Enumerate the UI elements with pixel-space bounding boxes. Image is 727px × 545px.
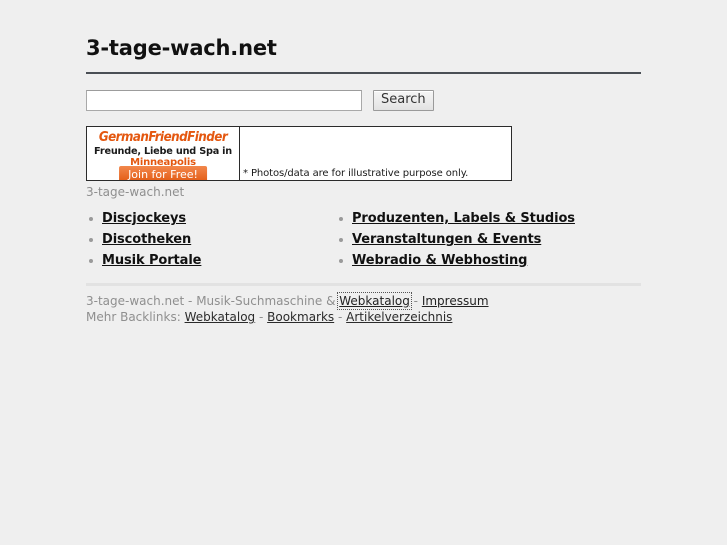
header-divider xyxy=(86,72,641,74)
category-link-musik-portale[interactable]: Musik Portale xyxy=(102,253,201,268)
ad-creative[interactable]: GermanFriendFinder Freunde, Liebe und Sp… xyxy=(87,127,240,180)
ad-tagline: Freunde, Liebe und Spa࿽ in xyxy=(89,146,236,157)
footer-line-1: 3-tage-wach.net - Musik-Suchmaschine & W… xyxy=(86,294,641,309)
category-link-veranstaltungen-events[interactable]: Veranstaltungen & Events xyxy=(352,232,541,247)
footer-link-webkatalog-backlink[interactable]: Webkatalog xyxy=(185,310,256,324)
footer-backlinks-label: Mehr Backlinks: xyxy=(86,310,185,324)
list-item: Musik Portale xyxy=(86,253,336,268)
category-list-right: Produzenten, Labels & Studios Veranstalt… xyxy=(336,211,636,268)
category-link-produzenten-labels-studios[interactable]: Produzenten, Labels & Studios xyxy=(352,211,575,226)
ad-logo: GermanFriendFinder xyxy=(93,130,233,145)
page-title: 3-tage-wach.net xyxy=(86,0,641,62)
page-container: 3-tage-wach.net Search GermanFriendFinde… xyxy=(86,0,641,325)
footer-divider xyxy=(86,283,641,286)
footer-separator: - xyxy=(334,310,346,324)
category-column-left: Discjockeys Discotheken Musik Portale xyxy=(86,211,336,274)
ad-banner[interactable]: GermanFriendFinder Freunde, Liebe und Sp… xyxy=(86,126,512,181)
ad-caption: 3-tage-wach.net xyxy=(86,185,641,199)
footer-link-artikelverzeichnis[interactable]: Artikelverzeichnis xyxy=(346,310,452,324)
list-item: Webradio & Webhosting xyxy=(336,253,636,268)
category-columns: Discjockeys Discotheken Musik Portale Pr… xyxy=(86,211,641,274)
list-item: Produzenten, Labels & Studios xyxy=(336,211,636,226)
search-form: Search xyxy=(86,90,641,111)
category-column-right: Produzenten, Labels & Studios Veranstalt… xyxy=(336,211,636,274)
search-button[interactable]: Search xyxy=(373,90,434,111)
ad-join-button[interactable]: Join for Free! xyxy=(119,166,207,180)
ad-photo-pane: * Photos/data are for illustrative purpo… xyxy=(240,127,511,180)
footer-link-impressum[interactable]: Impressum xyxy=(422,294,489,308)
category-link-discjockeys[interactable]: Discjockeys xyxy=(102,211,186,226)
footer-separator: - xyxy=(255,310,267,324)
ad-disclaimer: * Photos/data are for illustrative purpo… xyxy=(243,168,468,179)
list-item: Discjockeys xyxy=(86,211,336,226)
footer-link-bookmarks[interactable]: Bookmarks xyxy=(267,310,334,324)
advertisement: GermanFriendFinder Freunde, Liebe und Sp… xyxy=(86,126,641,199)
footer-link-webkatalog[interactable]: Webkatalog xyxy=(339,294,410,308)
footer-text: 3-tage-wach.net - Musik-Suchmaschine & xyxy=(86,294,339,308)
category-link-webradio-webhosting[interactable]: Webradio & Webhosting xyxy=(352,253,527,268)
footer: 3-tage-wach.net - Musik-Suchmaschine & W… xyxy=(86,294,641,325)
list-item: Discotheken xyxy=(86,232,336,247)
category-list-left: Discjockeys Discotheken Musik Portale xyxy=(86,211,336,268)
search-input[interactable] xyxy=(86,90,362,111)
footer-separator: - xyxy=(410,294,422,308)
category-link-discotheken[interactable]: Discotheken xyxy=(102,232,191,247)
list-item: Veranstaltungen & Events xyxy=(336,232,636,247)
footer-line-2: Mehr Backlinks: Webkatalog - Bookmarks -… xyxy=(86,310,641,325)
